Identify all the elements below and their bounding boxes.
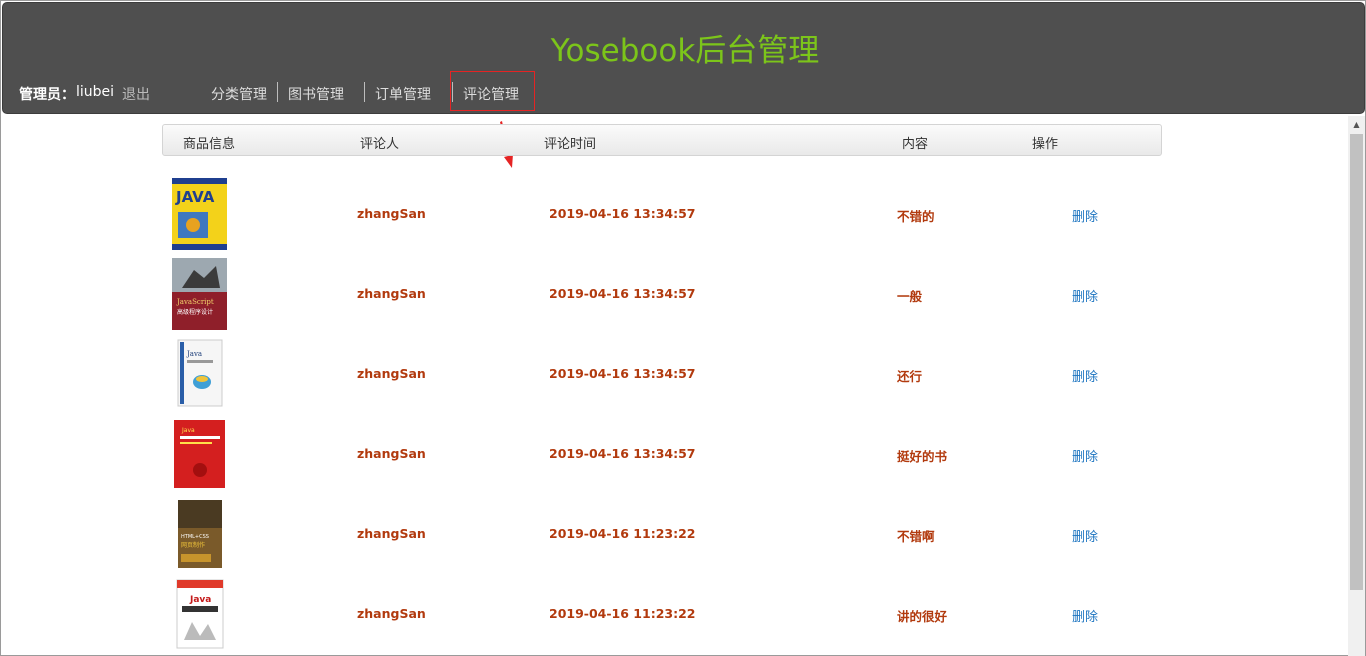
review-content: 不错啊 bbox=[897, 529, 935, 544]
review-content: 还行 bbox=[897, 369, 923, 384]
logout-link[interactable]: 退出 bbox=[122, 84, 150, 104]
scrollbar-thumb[interactable] bbox=[1350, 134, 1363, 590]
delete-link[interactable]: 删除 bbox=[1072, 206, 1098, 225]
svg-text:Java: Java bbox=[186, 350, 202, 358]
review-content: 挺好的书 bbox=[897, 449, 948, 464]
table-header: 商品信息 评论人 评论时间 内容 操作 bbox=[162, 124, 1162, 156]
svg-text:JAVA: JAVA bbox=[175, 188, 215, 206]
site-title: Yosebook后台管理 bbox=[550, 33, 820, 69]
review-time: 2019-04-16 13:34:57 bbox=[549, 206, 696, 221]
table-row: JavaScript 高级程序设计 zhangSan 2019-04-16 13… bbox=[162, 255, 1160, 335]
nav-category[interactable]: 分类管理 bbox=[211, 84, 267, 104]
col-action: 操作 bbox=[1032, 137, 1059, 152]
delete-link[interactable]: 删除 bbox=[1072, 366, 1098, 385]
svg-text:JavaScript: JavaScript bbox=[176, 298, 214, 306]
reviewer-name: zhangSan bbox=[357, 286, 426, 301]
review-time: 2019-04-16 13:34:57 bbox=[549, 366, 696, 381]
reviewer-name: zhangSan bbox=[357, 206, 426, 221]
admin-label: 管理员： bbox=[19, 87, 75, 103]
review-content: 不错的 bbox=[897, 209, 935, 224]
svg-text:网页制作: 网页制作 bbox=[181, 541, 205, 549]
nav-books[interactable]: 图书管理 bbox=[288, 84, 344, 104]
table-row: Java zhangSan 2019-04-16 13:34:57 挺好的书 删… bbox=[162, 415, 1160, 495]
book-cover-java-red[interactable]: Java bbox=[172, 418, 227, 490]
table-row: Java zhangSan 2019-04-16 13:34:57 还行 删除 bbox=[162, 335, 1160, 415]
svg-text:高级程序设计: 高级程序设计 bbox=[177, 308, 213, 316]
col-content: 内容 bbox=[902, 137, 929, 152]
col-time: 评论时间 bbox=[544, 137, 597, 152]
nav-divider bbox=[364, 82, 365, 102]
review-time: 2019-04-16 13:34:57 bbox=[549, 446, 696, 461]
reviewer-name: zhangSan bbox=[357, 606, 426, 621]
book-cover-html-css[interactable]: HTML+CSS 网页制作 bbox=[172, 498, 227, 570]
book-cover-java-beginner[interactable]: Java bbox=[172, 578, 227, 650]
reviewer-name: zhangSan bbox=[357, 366, 426, 381]
review-content: 一般 bbox=[897, 289, 923, 304]
svg-text:Java: Java bbox=[189, 595, 211, 605]
book-cover-javascript[interactable]: JavaScript 高级程序设计 bbox=[172, 258, 227, 330]
delete-link[interactable]: 删除 bbox=[1072, 446, 1098, 465]
active-nav-highlight bbox=[450, 71, 535, 111]
review-content: 讲的很好 bbox=[897, 609, 948, 624]
nav-divider bbox=[277, 82, 278, 102]
svg-text:Java: Java bbox=[181, 427, 195, 434]
review-time: 2019-04-16 13:34:57 bbox=[549, 286, 696, 301]
book-cover-java-core[interactable]: Java bbox=[172, 338, 227, 410]
svg-text:HTML+CSS: HTML+CSS bbox=[181, 534, 209, 540]
reviewer-name: zhangSan bbox=[357, 526, 426, 541]
delete-link[interactable]: 删除 bbox=[1072, 606, 1098, 625]
col-reviewer: 评论人 bbox=[360, 137, 400, 152]
review-time: 2019-04-16 11:23:22 bbox=[549, 606, 696, 621]
scroll-up-arrow-icon[interactable]: ▲ bbox=[1348, 116, 1365, 133]
reviewer-name: zhangSan bbox=[357, 446, 426, 461]
top-header: Yosebook后台管理 bbox=[2, 2, 1365, 114]
nav-orders[interactable]: 订单管理 bbox=[375, 84, 431, 104]
review-time: 2019-04-16 11:23:22 bbox=[549, 526, 696, 541]
delete-link[interactable]: 删除 bbox=[1072, 526, 1098, 545]
table-row: Java zhangSan 2019-04-16 11:23:22 讲的很好 删… bbox=[162, 575, 1160, 655]
delete-link[interactable]: 删除 bbox=[1072, 286, 1098, 305]
table-row: HTML+CSS 网页制作 zhangSan 2019-04-16 11:23:… bbox=[162, 495, 1160, 575]
col-product: 商品信息 bbox=[183, 137, 236, 152]
admin-name: liubei bbox=[76, 84, 115, 100]
table-row: JAVA zhangSan 2019-04-16 13:34:57 不错的 删除 bbox=[162, 175, 1160, 255]
book-cover-java[interactable]: JAVA bbox=[172, 178, 227, 250]
